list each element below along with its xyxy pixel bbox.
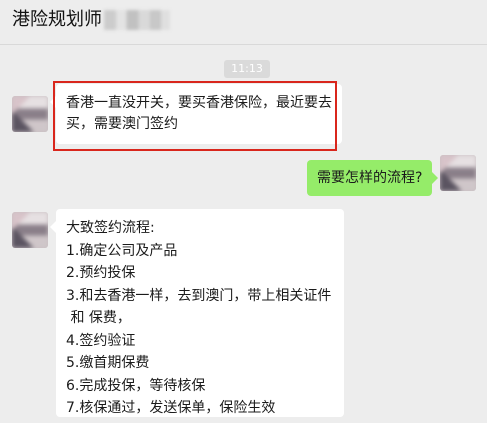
contact-avatar[interactable] [12,212,48,248]
user-avatar[interactable] [440,155,476,191]
message-line: 3.和去香港一样，去到澳门，带上相关证件 [66,287,332,304]
chat-title[interactable]: 港险规划师 [12,9,102,31]
message-line: 4.签约验证 [66,332,136,349]
message-line: 2.预约投保 [66,265,136,281]
chat-header: 港险规划师 [0,0,487,45]
blurred-name [104,10,170,30]
message-bubble-received[interactable]: 大致签约流程: 1.确定公司及产品 2.预约投保 3.和去香港一样，去到澳门，带… [50,209,344,417]
message-line: 7.核保通过，发送保单，保险生效 [66,400,276,416]
message-bubble-received[interactable]: 香港一直没开关，要买香港保险，最近要去买，需要澳门签约 [50,84,342,144]
message-line: 5.缴首期保费 [66,355,150,371]
message-line: 和 保费， [66,310,131,326]
message-timestamp: 11:13 [224,60,270,78]
message-line: 大致签约流程: [66,220,155,236]
message-bubble-sent[interactable]: 需要怎样的流程? [307,160,439,196]
message-text: 需要怎样的流程? [317,170,423,186]
message-line: 1.确定公司及产品 [66,242,178,259]
message-text: 香港一直没开关，要买香港保险，最近要去买，需要澳门签约 [66,95,332,132]
message-line: 6.完成投保，等待核保 [66,377,206,394]
contact-avatar[interactable] [12,96,48,132]
